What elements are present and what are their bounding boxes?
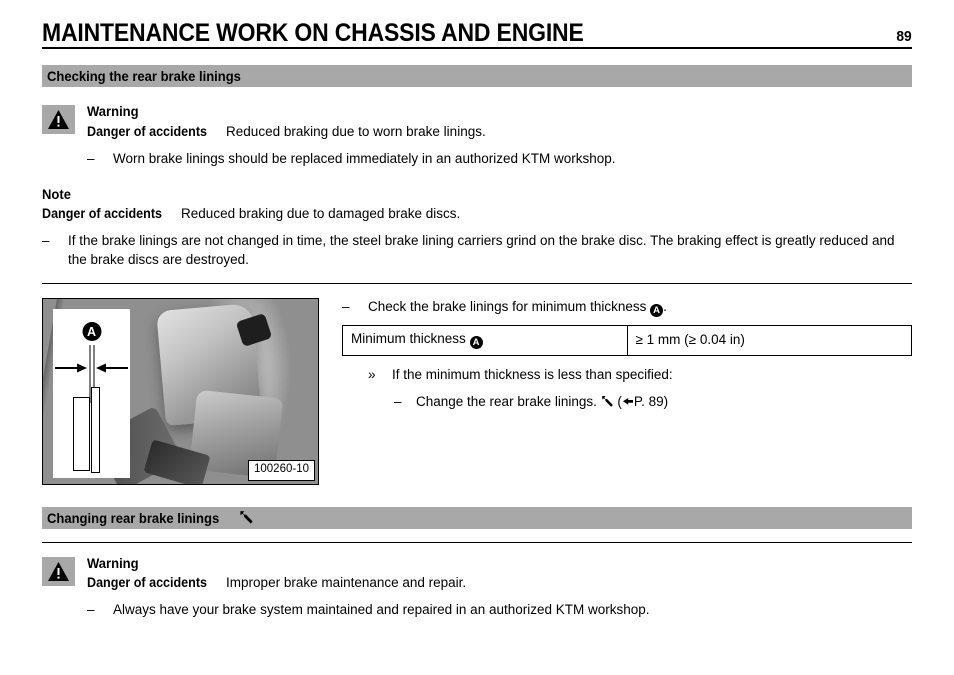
page-header: MAINTENANCE WORK ON CHASSIS AND ENGINE 8… bbox=[42, 0, 912, 49]
warning-bullet-1: – Worn brake linings should be replaced … bbox=[87, 150, 912, 169]
action-label: Change the rear brake linings. bbox=[416, 394, 597, 410]
callout-badge-a: A bbox=[82, 322, 101, 342]
warning-statement-2: Danger of accidents Improper brake mainte… bbox=[87, 574, 912, 592]
warning-description-2: Improper brake maintenance and repair. bbox=[226, 575, 467, 591]
diagram-callout-a: A bbox=[82, 320, 101, 342]
bullet-text: Always have your brake system maintained… bbox=[113, 602, 650, 618]
warning-title-1: Warning bbox=[87, 103, 139, 119]
note-description: Reduced braking due to damaged brake dis… bbox=[181, 206, 461, 222]
figure-rear-brake-caliper: A 100260-10 bbox=[42, 297, 319, 485]
step-text: Check the brake linings for minimum thic… bbox=[368, 298, 912, 317]
reference-text: P. 89) bbox=[633, 394, 669, 410]
warning-triangle-icon bbox=[42, 556, 75, 586]
bullet-marker: » bbox=[368, 367, 376, 383]
warning-label-1: Danger of accidents bbox=[87, 123, 208, 139]
manual-page: MAINTENANCE WORK ON CHASSIS AND ENGINE 8… bbox=[42, 0, 912, 675]
table-row: Minimum thickness A ≥ 1 mm (≥ 0.04 in) bbox=[342, 324, 912, 357]
note-block: Note Danger of accidents Reduced braking … bbox=[42, 186, 912, 269]
bullet-marker: – bbox=[342, 298, 350, 314]
step-change-linings: – Change the rear brake linings. ( P. 89… bbox=[342, 393, 912, 411]
warning-body-1: Warning Danger of accidents Reduced braki… bbox=[87, 103, 912, 168]
section-heading-label: Checking the rear brake linings bbox=[47, 68, 241, 84]
section-heading-label: Changing rear brake linings bbox=[47, 509, 220, 526]
bullet-marker: – bbox=[87, 150, 95, 166]
content-columns: A 100260-10 – Check the brake linings fo… bbox=[42, 297, 912, 485]
note-title: Note bbox=[42, 186, 71, 203]
action-text: Change the rear brake linings. ( P. 89) bbox=[416, 393, 912, 411]
bullet-text: Worn brake linings should be replaced im… bbox=[113, 150, 616, 166]
brake-pad-outline-1 bbox=[73, 396, 90, 471]
spec-label: Minimum thickness bbox=[351, 330, 470, 346]
note-label: Danger of accidents bbox=[42, 206, 163, 222]
note-bullet-1: – If the brake linings are not changed i… bbox=[42, 232, 912, 269]
steps-column: – Check the brake linings for minimum th… bbox=[342, 298, 912, 412]
warning-bullet-2: – Always have your brake system maintain… bbox=[87, 601, 912, 620]
condition-text: If the minimum thickness is less than sp… bbox=[392, 367, 673, 383]
bullet-marker: – bbox=[394, 394, 402, 410]
page-number: 89 bbox=[896, 28, 912, 45]
bullet-marker: – bbox=[42, 233, 50, 249]
section-heading-checking-rear-brake-linings: Checking the rear brake linings bbox=[42, 65, 912, 87]
wrench-icon bbox=[601, 395, 614, 408]
warning-block-1: Warning Danger of accidents Reduced braki… bbox=[42, 103, 912, 168]
figure-caption: 100260-10 bbox=[248, 460, 315, 481]
lining-thickness-diagram: A bbox=[53, 308, 130, 478]
warning-triangle-icon bbox=[42, 105, 75, 134]
step-text-before: Check the brake linings for minimum thic… bbox=[368, 298, 651, 314]
step-text-after: . bbox=[663, 298, 667, 314]
bullet-text: If the brake linings are not changed in … bbox=[68, 233, 895, 267]
warning-block-2: Warning Danger of accidents Improper brak… bbox=[42, 555, 912, 620]
warning-title-2: Warning bbox=[87, 554, 139, 571]
minimum-thickness-table: Minimum thickness A ≥ 1 mm (≥ 0.04 in) bbox=[342, 324, 912, 357]
bullet-marker: – bbox=[87, 602, 95, 618]
callout-badge-a: A bbox=[469, 336, 483, 350]
warning-description-1: Reduced braking due to worn brake lining… bbox=[226, 123, 486, 139]
note-statement: Danger of accidents Reduced braking due t… bbox=[42, 205, 912, 223]
callout-badge-a: A bbox=[650, 303, 664, 317]
warning-label-2: Danger of accidents bbox=[87, 575, 208, 591]
figure-column: A 100260-10 bbox=[42, 297, 319, 485]
brake-pad-outline-2 bbox=[91, 386, 100, 473]
section-heading-changing-rear-brake-linings: Changing rear brake linings bbox=[42, 506, 912, 529]
wrench-icon bbox=[239, 510, 254, 525]
warning-body-2: Warning Danger of accidents Improper brak… bbox=[87, 555, 912, 620]
table-cell-value: ≥ 1 mm (≥ 0.04 in) bbox=[626, 324, 912, 357]
page-title: MAINTENANCE WORK ON CHASSIS AND ENGINE bbox=[42, 19, 584, 47]
step-check-thickness: – Check the brake linings for minimum th… bbox=[342, 298, 912, 317]
step-condition: » If the minimum thickness is less than … bbox=[342, 366, 912, 384]
pointing-hand-icon bbox=[622, 397, 634, 408]
warning-statement-1: Danger of accidents Reduced braking due t… bbox=[87, 123, 912, 141]
table-cell-label: Minimum thickness A bbox=[342, 324, 628, 357]
section-divider bbox=[42, 282, 912, 284]
section-divider-2 bbox=[42, 541, 912, 543]
